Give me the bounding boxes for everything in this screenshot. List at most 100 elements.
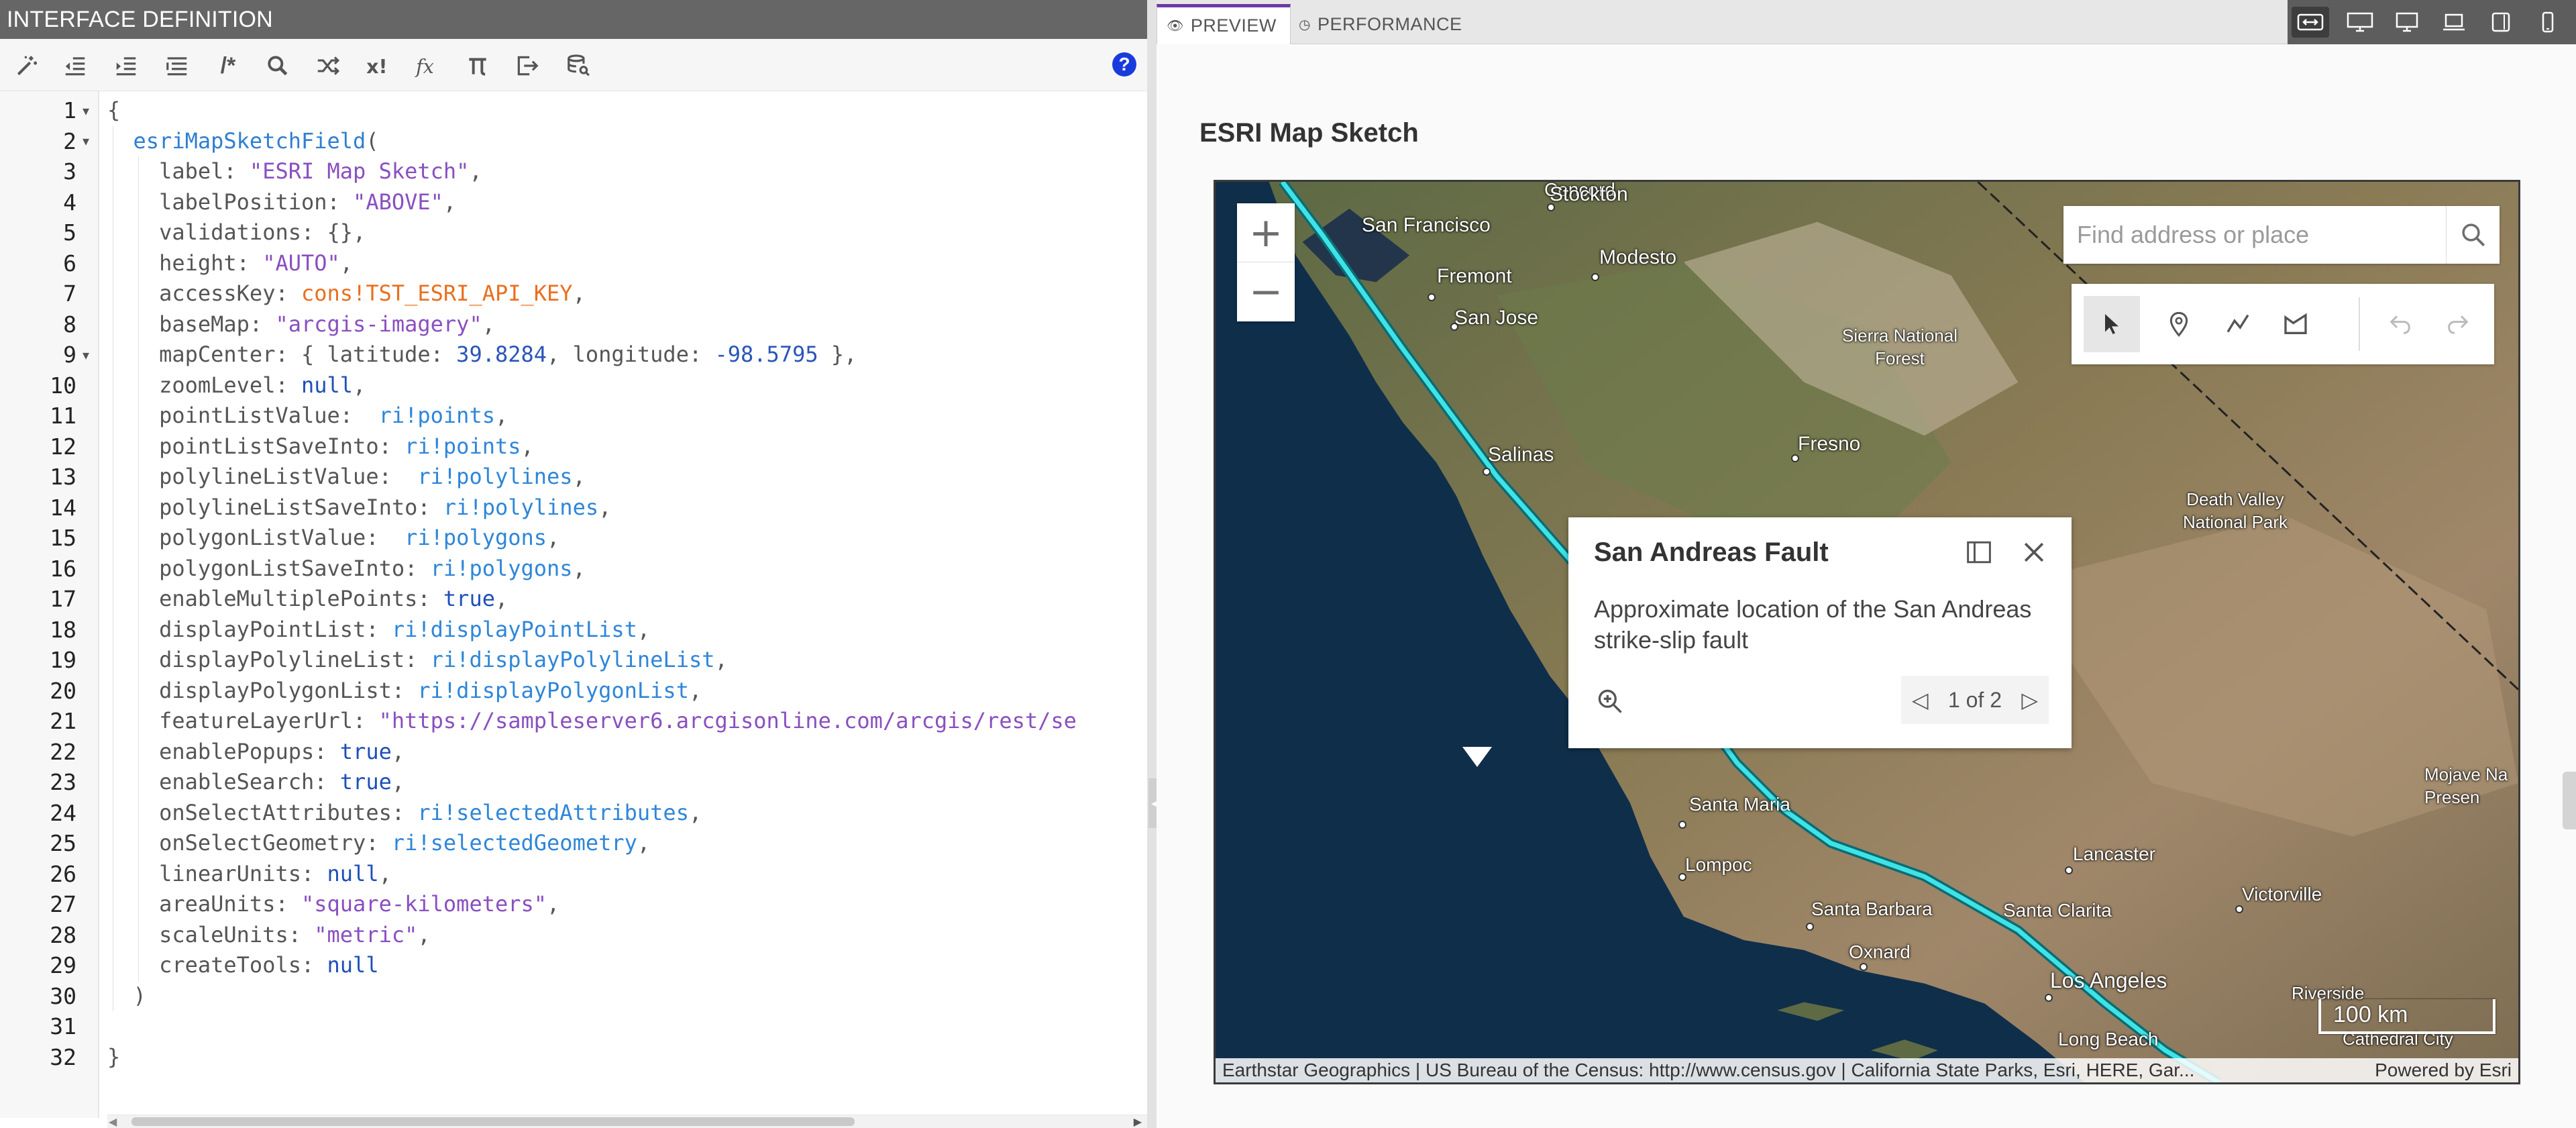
code-token: null [301, 372, 354, 398]
code-token: "metric" [314, 921, 418, 947]
code-line[interactable]: enableMultiplePoints: true, [107, 584, 1144, 615]
desktop-icon[interactable] [2388, 7, 2426, 38]
format-wand-icon[interactable] [12, 51, 42, 81]
scroll-left-icon[interactable]: ◀ [109, 1115, 117, 1128]
export-icon[interactable] [513, 51, 542, 81]
phone-icon[interactable] [2529, 7, 2567, 38]
code-line[interactable]: linearUnits: null, [107, 858, 1144, 889]
line-number: 7 [63, 280, 76, 307]
code-token: ri!polygons [430, 555, 573, 581]
code-line[interactable]: createTools: null [107, 950, 1144, 981]
zoom-out-button[interactable]: − [1237, 262, 1295, 321]
fold-toggle-icon[interactable]: ▾ [79, 340, 93, 370]
indent-guide [138, 248, 139, 278]
code-line[interactable]: onSelectGeometry: ri!selectedGeometry, [107, 828, 1144, 859]
code-line[interactable]: featureLayerUrl: "https://sampleserver6.… [107, 706, 1144, 737]
code-line[interactable]: onSelectAttributes: ri!selectedAttribute… [107, 797, 1144, 828]
attribution-text[interactable]: Earthstar Geographics | US Bureau of the… [1222, 1060, 2194, 1081]
list-icon[interactable] [162, 51, 192, 81]
scale-text: 100 km [2333, 1002, 2408, 1027]
expression-x-icon[interactable]: x! [362, 51, 392, 81]
dock-icon[interactable] [1966, 540, 1992, 564]
search-button[interactable] [2446, 206, 2500, 264]
esri-map[interactable]: Concord Stockton San Francisco Modesto F… [1214, 180, 2520, 1084]
code-line[interactable]: } [107, 1042, 1144, 1073]
zoom-to-icon[interactable] [1595, 686, 1625, 716]
code-line[interactable]: polygonListSaveInto: ri!polygons, [107, 553, 1144, 584]
fit-width-icon[interactable] [2292, 7, 2329, 38]
fold-toggle-icon[interactable]: ▾ [79, 95, 93, 126]
code-line[interactable]: ) [107, 980, 1144, 1011]
tablet-icon[interactable] [2482, 7, 2520, 38]
code-line[interactable]: enablePopups: true, [107, 736, 1144, 767]
panel-splitter[interactable] [1147, 0, 1157, 1128]
code-line[interactable]: zoomLevel: null, [107, 370, 1144, 401]
code-line[interactable]: mapCenter: { latitude: 39.8284, longitud… [107, 340, 1144, 370]
database-search-icon[interactable] [564, 51, 593, 81]
place-label: Santa Barbara [1811, 899, 1933, 919]
code-line[interactable]: polylineListValue: ri!polylines, [107, 462, 1144, 493]
interface-definition-panel: INTERFACE DEFINITION /* x! fx ? 1 ▾ 2 ▾ … [0, 0, 1147, 1128]
help-icon[interactable]: ? [1112, 52, 1136, 76]
indent-guide [138, 706, 139, 737]
horizontal-scrollbar[interactable]: ◀ ▶ [107, 1115, 1147, 1128]
code-line[interactable] [107, 1011, 1144, 1042]
code-line[interactable]: accessKey: cons!TST_ESRI_API_KEY, [107, 278, 1144, 309]
code-token: polygonListSaveInto: [159, 555, 431, 581]
code-line[interactable]: pointListValue: ri!points, [107, 401, 1144, 431]
popup-pager: ◁ 1 of 2 ▷ [1901, 676, 2049, 724]
next-icon[interactable]: ▷ [2021, 687, 2038, 713]
code-line[interactable]: displayPolygonList: ri!displayPolygonLis… [107, 675, 1144, 706]
code-line[interactable]: height: "AUTO", [107, 248, 1144, 278]
place-label: Stockton [1550, 183, 1628, 205]
zoom-in-button[interactable]: + [1237, 203, 1295, 262]
indent-icon[interactable] [111, 51, 141, 81]
close-icon[interactable] [2019, 537, 2049, 567]
line-number: 15 [50, 525, 76, 551]
code-line[interactable]: baseMap: "arcgis-imagery", [107, 309, 1144, 340]
code-line[interactable]: label: "ESRI Map Sketch", [107, 156, 1144, 187]
shuffle-icon[interactable] [313, 51, 342, 81]
powered-by[interactable]: Powered by Esri [2375, 1060, 2512, 1081]
previous-icon[interactable]: ◁ [1912, 687, 1929, 713]
collapse-right-handle[interactable] [2563, 772, 2576, 829]
function-icon[interactable]: fx [412, 51, 441, 81]
outdent-icon[interactable] [60, 51, 90, 81]
code-line[interactable]: polygonListValue: ri!polygons, [107, 523, 1144, 554]
tab-performance[interactable]: ◷ PERFORMANCE [1299, 4, 1462, 44]
code-line[interactable]: labelPosition: "ABOVE", [107, 187, 1144, 217]
code-editor[interactable]: { esriMapSketchField( label: "ESRI Map S… [107, 95, 1144, 1072]
fold-toggle-icon[interactable]: ▾ [79, 126, 93, 157]
select-tool-icon[interactable] [2084, 296, 2140, 352]
desktop-wide-icon[interactable] [2341, 7, 2379, 38]
code-line[interactable]: areaUnits: "square-kilometers", [107, 889, 1144, 920]
code-token: , [637, 616, 651, 642]
code-line[interactable]: enableSearch: true, [107, 767, 1144, 798]
indent-guide [138, 645, 139, 676]
code-line[interactable]: displayPolylineList: ri!displayPolylineL… [107, 645, 1144, 676]
code-line[interactable]: { [107, 95, 1144, 126]
line-number: 32 [50, 1043, 76, 1070]
code-line[interactable]: polylineListSaveInto: ri!polylines, [107, 492, 1144, 523]
tab-preview[interactable]: 👁 PREVIEW [1157, 4, 1291, 44]
search-icon[interactable] [263, 51, 292, 81]
scrollbar-thumb[interactable] [131, 1117, 855, 1126]
code-line[interactable]: pointListSaveInto: ri!points, [107, 431, 1144, 462]
undo-icon[interactable] [2372, 296, 2428, 352]
code-line[interactable]: esriMapSketchField( [107, 125, 1144, 156]
code-line[interactable]: displayPointList: ri!displayPointList, [107, 614, 1144, 645]
redo-icon[interactable] [2430, 296, 2486, 352]
code-line[interactable]: scaleUnits: "metric", [107, 919, 1144, 950]
polygon-tool-icon[interactable] [2267, 296, 2324, 352]
pi-icon[interactable] [463, 51, 492, 81]
point-tool-icon[interactable] [2151, 296, 2207, 352]
search-input[interactable] [2063, 206, 2446, 264]
map-attribution: Earthstar Geographics | US Bureau of the… [1216, 1058, 2518, 1082]
laptop-icon[interactable] [2435, 7, 2473, 38]
scroll-right-icon[interactable]: ▶ [1134, 1115, 1142, 1128]
polyline-tool-icon[interactable] [2210, 296, 2266, 352]
comment-button[interactable]: /* [213, 51, 243, 81]
code-line[interactable]: validations: {}, [107, 217, 1144, 248]
